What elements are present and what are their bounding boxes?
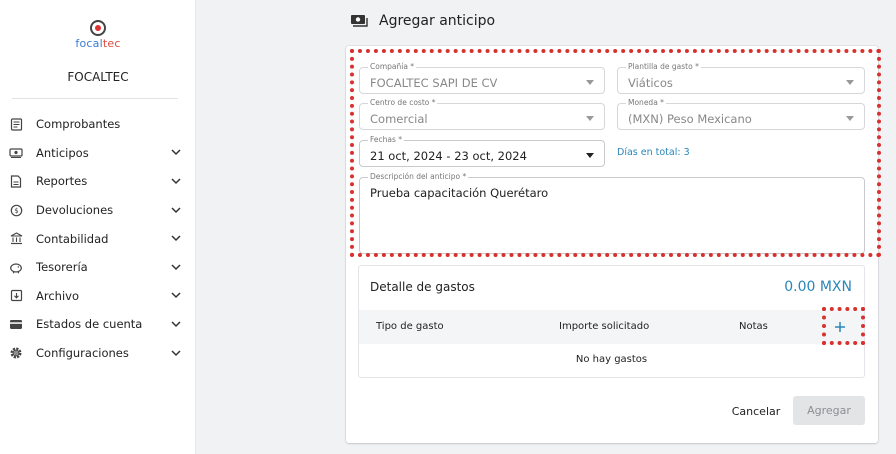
caret-down-icon	[586, 116, 594, 121]
expense-table-header: Tipo de gasto Importe solicitado Notas	[359, 310, 864, 344]
cash-icon	[350, 12, 368, 30]
card-icon	[9, 317, 23, 331]
cost-center-value: Comercial	[370, 112, 428, 126]
svg-text:$: $	[14, 207, 18, 215]
cash-icon	[9, 146, 23, 160]
sidebar-divider	[12, 98, 178, 99]
sidebar-item-label: Reportes	[36, 174, 88, 189]
currency-label: Moneda *	[626, 98, 666, 108]
page-title: Agregar anticipo	[379, 13, 496, 29]
sidebar: focaltec FOCALTEC Comprobantes Anticipos…	[0, 0, 196, 454]
sidebar-item-devoluciones[interactable]: $ Devoluciones	[0, 196, 196, 225]
chevron-down-icon[interactable]	[170, 147, 182, 159]
sidebar-item-contabilidad[interactable]: Contabilidad	[0, 224, 196, 253]
brand-logo[interactable]: focaltec	[0, 20, 196, 50]
sidebar-item-label: Comprobantes	[36, 117, 121, 132]
chevron-down-icon[interactable]	[170, 318, 182, 330]
column-requested-amount: Importe solicitado	[559, 321, 650, 332]
cost-center-label: Centro de costo *	[368, 98, 438, 108]
gear-icon	[9, 346, 23, 360]
receipt-icon	[9, 117, 23, 131]
expense-detail-title: Detalle de gastos	[370, 280, 475, 294]
date-range-picker[interactable]: Fechas * 21 oct, 2024 - 23 oct, 2024	[359, 135, 605, 167]
days-total: Días en total: 3	[617, 147, 690, 158]
chevron-down-icon[interactable]	[170, 347, 182, 359]
sidebar-item-anticipos[interactable]: Anticipos	[0, 139, 196, 168]
expense-template-label: Plantilla de gasto *	[626, 62, 701, 72]
expense-template-select[interactable]: Plantilla de gasto * Viáticos	[617, 62, 865, 94]
days-total-label: Días en total:	[617, 147, 681, 158]
chevron-down-icon[interactable]	[170, 233, 182, 245]
caret-down-icon	[586, 153, 594, 158]
caret-down-icon	[586, 80, 594, 85]
page-header: Agregar anticipo	[350, 12, 495, 30]
submit-button[interactable]: Agregar	[793, 396, 865, 425]
sidebar-item-label: Configuraciones	[36, 346, 129, 361]
company-value: FOCALTEC SAPI DE CV	[370, 76, 498, 90]
days-total-value: 3	[683, 147, 690, 158]
date-range-label: Fechas *	[368, 135, 405, 145]
sidebar-item-tesoreria[interactable]: Tesorería	[0, 253, 196, 282]
chevron-down-icon[interactable]	[170, 204, 182, 216]
report-icon	[9, 174, 23, 188]
description-textarea[interactable]: Descripción del anticipo * Prueba capaci…	[359, 172, 865, 254]
expense-detail-total: 0.00 MXN	[784, 279, 852, 295]
sidebar-item-label: Contabilidad	[36, 231, 109, 246]
caret-down-icon	[846, 116, 854, 121]
sidebar-item-comprobantes[interactable]: Comprobantes	[0, 110, 196, 139]
date-range-value: 21 oct, 2024 - 23 oct, 2024	[370, 149, 527, 163]
empty-expenses-message: No hay gastos	[575, 354, 648, 365]
logo-icon	[90, 20, 106, 36]
chevron-down-icon[interactable]	[170, 290, 182, 302]
sidebar-item-reportes[interactable]: Reportes	[0, 167, 196, 196]
description-value: Prueba capacitación Querétaro	[370, 186, 549, 200]
archive-icon	[9, 289, 23, 303]
chevron-down-icon[interactable]	[170, 175, 182, 187]
sidebar-item-label: Archivo	[36, 288, 79, 303]
chevron-down-icon[interactable]	[170, 261, 182, 273]
caret-down-icon	[846, 80, 854, 85]
column-expense-type: Tipo de gasto	[376, 321, 444, 332]
company-name: FOCALTEC	[67, 70, 129, 84]
expense-detail-panel: Detalle de gastos 0.00 MXN Tipo de gasto…	[358, 265, 865, 378]
currency-select[interactable]: Moneda * (MXN) Peso Mexicano	[617, 98, 865, 130]
cost-center-select[interactable]: Centro de costo * Comercial	[359, 98, 605, 130]
description-label: Descripción del anticipo *	[368, 172, 469, 182]
refund-icon: $	[9, 203, 23, 217]
currency-value: (MXN) Peso Mexicano	[628, 112, 752, 126]
piggy-bank-icon	[9, 260, 23, 274]
cancel-button[interactable]: Cancelar	[726, 398, 786, 424]
sidebar-nav: Comprobantes Anticipos Reportes $ Devolu…	[0, 110, 196, 367]
sidebar-item-label: Anticipos	[36, 145, 89, 160]
sidebar-item-archivo[interactable]: Archivo	[0, 282, 196, 311]
bank-icon	[9, 232, 23, 246]
company-select[interactable]: Compañía * FOCALTEC SAPI DE CV	[359, 62, 605, 94]
column-notes: Notas	[739, 321, 768, 332]
sidebar-item-estados-de-cuenta[interactable]: Estados de cuenta	[0, 310, 196, 339]
sidebar-item-configuraciones[interactable]: Configuraciones	[0, 339, 196, 368]
sidebar-item-label: Estados de cuenta	[36, 317, 143, 332]
logo-text: focaltec	[75, 37, 121, 50]
expense-template-value: Viáticos	[628, 76, 673, 90]
sidebar-item-label: Tesorería	[36, 260, 88, 275]
sidebar-item-label: Devoluciones	[36, 203, 114, 218]
add-expense-button[interactable]	[829, 316, 851, 338]
company-label: Compañía *	[368, 62, 417, 72]
